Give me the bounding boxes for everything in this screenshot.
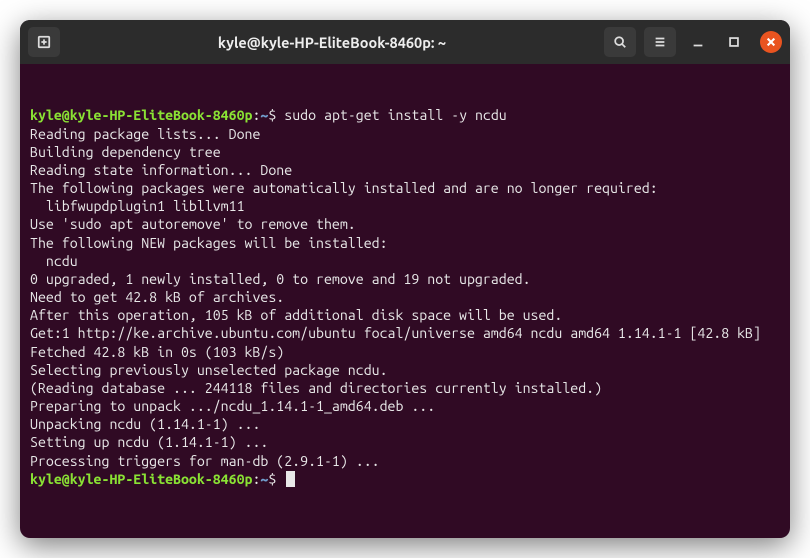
menu-button[interactable] <box>644 27 676 57</box>
output-line: Reading state information... Done <box>30 161 780 179</box>
window-title: kyle@kyle-HP-EliteBook-8460p: ~ <box>66 34 598 51</box>
output-line: Building dependency tree <box>30 143 780 161</box>
maximize-button[interactable] <box>720 27 748 57</box>
output-line: Processing triggers for man-db (2.9.1-1)… <box>30 452 780 470</box>
command-line: kyle@kyle-HP-EliteBook-8460p:~$ sudo apt… <box>30 106 780 124</box>
output-line: ncdu <box>30 252 780 270</box>
output-line: Selecting previously unselected package … <box>30 361 780 379</box>
close-button[interactable] <box>760 31 782 53</box>
output-line: 0 upgraded, 1 newly installed, 0 to remo… <box>30 270 780 288</box>
output-line: After this operation, 105 kB of addition… <box>30 306 780 324</box>
terminal-output: Reading package lists... DoneBuilding de… <box>30 125 780 470</box>
search-button[interactable] <box>604 27 636 57</box>
typed-command: sudo apt-get install -y ncdu <box>284 107 506 123</box>
output-line: Preparing to unpack .../ncdu_1.14.1-1_am… <box>30 397 780 415</box>
terminal-window: kyle@kyle-HP-EliteBook-8460p: ~ kyle@kyl… <box>20 20 790 538</box>
output-line: Fetched 42.8 kB in 0s (103 kB/s) <box>30 343 780 361</box>
output-line: libfwupdplugin1 libllvm11 <box>30 197 780 215</box>
output-line: (Reading database ... 244118 files and d… <box>30 379 780 397</box>
terminal-body[interactable]: kyle@kyle-HP-EliteBook-8460p:~$ sudo apt… <box>20 64 790 538</box>
prompt-dollar: $ <box>268 107 276 123</box>
cursor <box>286 471 295 487</box>
output-line: Use 'sudo apt autoremove' to remove them… <box>30 215 780 233</box>
prompt-line: kyle@kyle-HP-EliteBook-8460p:~$ <box>30 470 780 488</box>
prompt-user-host: kyle@kyle-HP-EliteBook-8460p <box>30 107 252 123</box>
new-tab-button[interactable] <box>28 27 60 57</box>
output-line: The following packages were automaticall… <box>30 179 780 197</box>
output-line: The following NEW packages will be insta… <box>30 234 780 252</box>
output-line: Unpacking ncdu (1.14.1-1) ... <box>30 415 780 433</box>
output-line: Reading package lists... Done <box>30 125 780 143</box>
minimize-button[interactable] <box>684 27 712 57</box>
output-line: Get:1 http://ke.archive.ubuntu.com/ubunt… <box>30 324 780 342</box>
output-line: Need to get 42.8 kB of archives. <box>30 288 780 306</box>
titlebar: kyle@kyle-HP-EliteBook-8460p: ~ <box>20 20 790 64</box>
output-line: Setting up ncdu (1.14.1-1) ... <box>30 433 780 451</box>
